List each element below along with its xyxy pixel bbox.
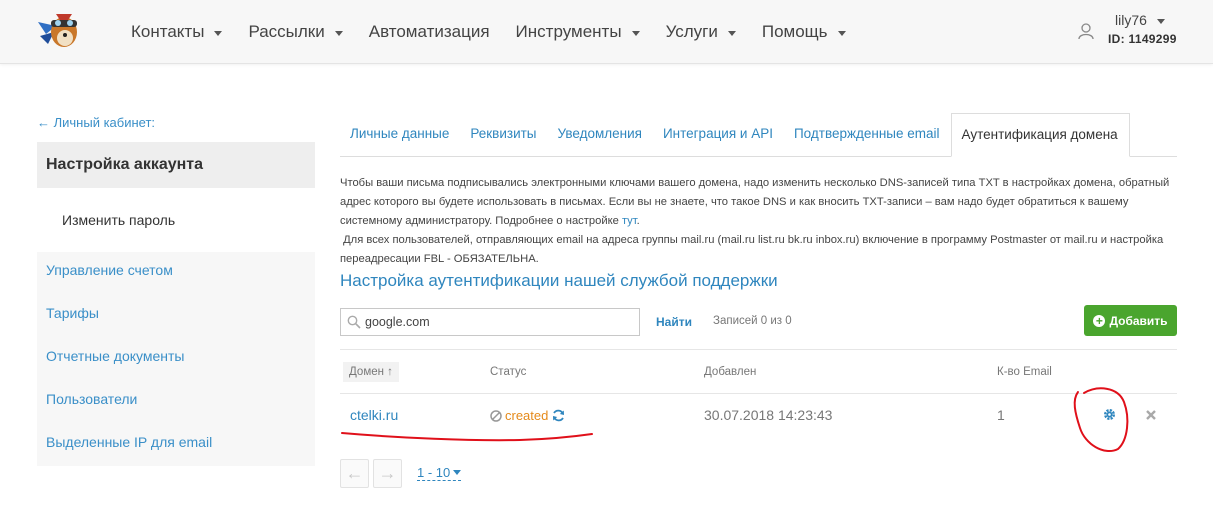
- info-paragraph-1: Чтобы ваши письма подписывались электрон…: [340, 177, 1170, 227]
- tab-notifications[interactable]: Уведомления: [548, 113, 653, 156]
- close-icon[interactable]: [1145, 409, 1157, 421]
- info-text: Чтобы ваши письма подписывались электрон…: [340, 177, 1170, 265]
- chevron-down-icon: [727, 30, 736, 36]
- nav-automation-label: Автоматизация: [368, 22, 490, 41]
- next-page-button[interactable]: →: [373, 459, 402, 488]
- nav-contacts[interactable]: Контакты: [131, 22, 223, 42]
- table-row-divider: [340, 393, 1177, 394]
- nav-automation[interactable]: Автоматизация: [369, 22, 490, 42]
- tab-confirmed-email[interactable]: Подтвержденные email: [784, 113, 951, 156]
- status-cell: created: [490, 408, 565, 423]
- refresh-icon[interactable]: [552, 409, 565, 422]
- nav-tools[interactable]: Инструменты: [516, 22, 640, 42]
- add-button-label: Добавить: [1109, 313, 1168, 328]
- table-header-divider: [340, 349, 1177, 350]
- tab-integration-api[interactable]: Интеграция и API: [653, 113, 784, 156]
- user-icon[interactable]: [1078, 22, 1094, 40]
- tab-domain-auth[interactable]: Аутентификация домена: [950, 113, 1130, 157]
- nav-services-label: Услуги: [665, 22, 718, 41]
- search-field[interactable]: [340, 308, 640, 336]
- tab-personal-data[interactable]: Личные данные: [340, 113, 460, 156]
- page-size-dropdown[interactable]: 1 - 10: [417, 465, 462, 481]
- search-input[interactable]: [365, 315, 625, 329]
- sidebar-item-users[interactable]: Пользователи: [46, 391, 137, 407]
- user-id: ID: 1149299: [1108, 32, 1177, 46]
- sidebar-item-billing[interactable]: Управление счетом: [46, 262, 173, 278]
- red-circle-annotation: [1073, 387, 1129, 452]
- nav-mailings[interactable]: Рассылки: [248, 22, 343, 42]
- nav-help[interactable]: Помощь: [762, 22, 846, 42]
- arrow-right-icon: →: [378, 463, 397, 483]
- top-navbar: Контакты Рассылки Автоматизация Инструме…: [0, 0, 1213, 64]
- add-domain-button[interactable]: + Добавить: [1084, 305, 1177, 336]
- settings-tabs: Личные данные Реквизиты Уведомления Инте…: [340, 113, 1177, 157]
- sidebar-item-change-password[interactable]: Изменить пароль: [37, 188, 315, 252]
- sidebar-item-dedicated-ip[interactable]: Выделенные IP для email: [46, 434, 212, 450]
- search-button[interactable]: Найти: [656, 315, 692, 329]
- chevron-down-icon: [214, 30, 223, 36]
- nav-tools-label: Инструменты: [515, 22, 622, 41]
- chevron-down-icon: [334, 30, 343, 36]
- section-title: Настройка аутентификации нашей службой п…: [340, 271, 778, 290]
- red-underline-annotation: [341, 432, 593, 442]
- user-menu[interactable]: lily76: [1115, 12, 1165, 28]
- sidebar-item-reports[interactable]: Отчетные документы: [46, 348, 185, 364]
- back-to-cabinet-link[interactable]: ← Личный кабинет:: [37, 115, 155, 130]
- chevron-down-icon: [1156, 18, 1165, 24]
- user-name: lily76: [1115, 12, 1147, 28]
- nav-services[interactable]: Услуги: [666, 22, 736, 42]
- gear-icon[interactable]: [1103, 408, 1116, 421]
- sidebar-item-tariffs[interactable]: Тарифы: [46, 305, 99, 321]
- nav-mailings-label: Рассылки: [248, 22, 325, 41]
- column-header-status[interactable]: Статус: [490, 366, 526, 378]
- nav-contacts-label: Контакты: [131, 22, 205, 41]
- search-icon: [347, 315, 361, 329]
- status-text: created: [505, 408, 549, 423]
- column-header-added[interactable]: Добавлен: [704, 366, 756, 378]
- tab-requisites[interactable]: Реквизиты: [460, 113, 547, 156]
- email-count: 1: [997, 407, 1005, 423]
- info-paragraph-2: Для всех пользователей, отправляющих ema…: [340, 234, 1164, 265]
- chevron-down-icon: [453, 470, 462, 475]
- nav-help-label: Помощь: [761, 22, 828, 41]
- records-count: Записей 0 из 0: [713, 315, 792, 327]
- sidebar-title: Настройка аккаунта: [37, 142, 315, 188]
- info-more-link[interactable]: тут: [622, 215, 637, 227]
- prev-page-button[interactable]: ←: [340, 459, 369, 488]
- page-range-label: 1 - 10: [417, 465, 451, 480]
- logo-icon[interactable]: [34, 8, 84, 52]
- plus-circle-icon: +: [1093, 314, 1106, 327]
- main-nav: Контакты Рассылки Автоматизация Инструме…: [131, 0, 872, 64]
- added-date: 30.07.2018 14:23:43: [704, 407, 833, 423]
- column-header-email-count[interactable]: К-во Email: [997, 366, 1052, 378]
- ban-icon: [490, 409, 502, 422]
- chevron-down-icon: [631, 30, 640, 36]
- column-header-domain[interactable]: Домен ↑: [343, 362, 399, 382]
- arrow-left-icon: ←: [345, 463, 364, 483]
- chevron-down-icon: [837, 30, 846, 36]
- domain-link[interactable]: ctelki.ru: [350, 407, 398, 423]
